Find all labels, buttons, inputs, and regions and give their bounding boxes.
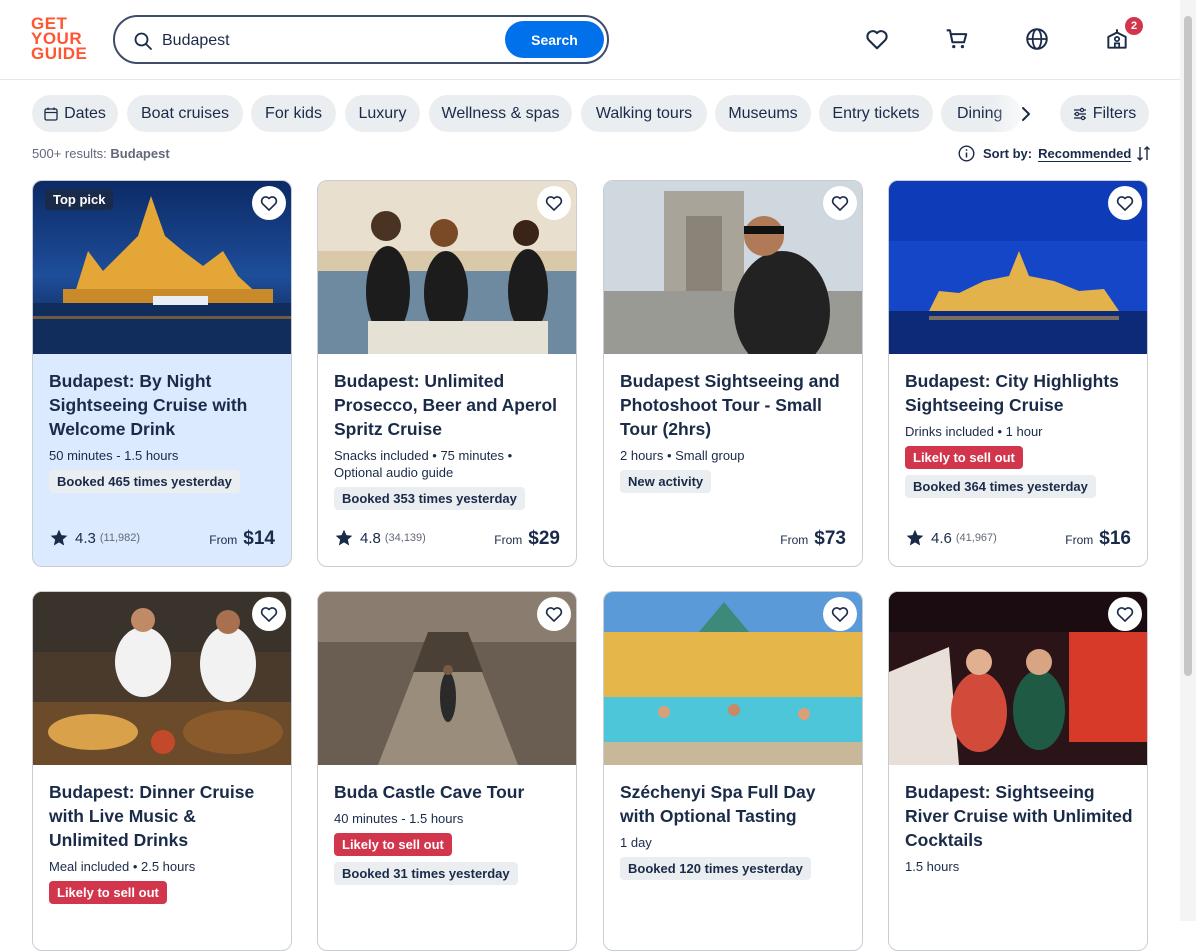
chip-wellness-spas[interactable]: Wellness & spas: [429, 95, 572, 132]
activity-card[interactable]: Budapest: Unlimited Prosecco, Beer and A…: [317, 180, 577, 567]
likely-to-sell-out-badge: Likely to sell out: [905, 446, 1023, 469]
chevron-right-icon[interactable]: [1016, 104, 1036, 124]
likely-to-sell-out-badge: Likely to sell out: [49, 881, 167, 904]
new-activity-badge: New activity: [620, 470, 712, 493]
activity-card[interactable]: Top pick Budapest: By Night Sightseeing …: [32, 180, 292, 567]
activity-meta: Snacks included • 75 minutes • Optional …: [334, 448, 513, 480]
scrollbar-thumb[interactable]: [1184, 16, 1192, 676]
activity-title[interactable]: Budapest: City Highlights Sightseeing Cr…: [905, 369, 1133, 417]
getyourguide-logo[interactable]: GET YOUR GUIDE: [31, 15, 91, 62]
activity-meta: Drinks included • 1 hour: [905, 424, 1043, 439]
chip-for-kids[interactable]: For kids: [251, 95, 336, 132]
heart-icon: [545, 196, 563, 211]
cart-count-badge: 2: [1125, 17, 1143, 35]
wishlist-button[interactable]: [537, 597, 571, 631]
search-icon: [134, 32, 152, 50]
heart-icon: [260, 196, 278, 211]
activity-card[interactable]: Budapest: City Highlights Sightseeing Cr…: [888, 180, 1148, 567]
likely-to-sell-out-badge: Likely to sell out: [334, 833, 452, 856]
price: From $29: [494, 528, 560, 549]
activity-card[interactable]: Budapest Sightseeing and Photoshoot Tour…: [603, 180, 863, 567]
rating: 4.8 (34,139): [334, 528, 426, 548]
activity-title[interactable]: Budapest: Dinner Cruise with Live Music …: [49, 780, 277, 852]
price: From $16: [1065, 528, 1131, 549]
heart-icon: [260, 607, 278, 622]
sort-arrows-icon[interactable]: [1135, 145, 1152, 162]
heart-icon: [831, 607, 849, 622]
booked-badge: Booked 364 times yesterday: [905, 475, 1096, 498]
top-pick-badge: Top pick: [45, 189, 114, 210]
search-input[interactable]: [160, 27, 494, 55]
price: From $14: [209, 528, 275, 549]
star-icon: [335, 529, 353, 546]
activity-card[interactable]: Budapest: Sightseeing River Cruise with …: [888, 591, 1148, 951]
search-button[interactable]: Search: [505, 21, 604, 58]
heart-icon: [831, 196, 849, 211]
rating: 4.6 (41,967): [905, 528, 997, 548]
wishlist-button[interactable]: [823, 186, 857, 220]
activity-meta: 2 hours • Small group: [620, 448, 745, 463]
heart-icon: [545, 607, 563, 622]
booked-badge: Booked 353 times yesterday: [334, 487, 525, 510]
cart-icon[interactable]: [944, 26, 970, 52]
activity-meta: 40 minutes - 1.5 hours: [334, 811, 464, 826]
heart-icon: [1116, 607, 1134, 622]
activity-title[interactable]: Budapest Sightseeing and Photoshoot Tour…: [620, 369, 848, 441]
chip-boat-cruises[interactable]: Boat cruises: [127, 95, 243, 132]
top-header: GET YOUR GUIDE Search 2: [0, 0, 1180, 80]
activity-meta: 1 day: [620, 835, 652, 850]
page-scrollbar[interactable]: [1180, 0, 1196, 921]
wishlist-button[interactable]: [823, 597, 857, 631]
price: From $73: [780, 528, 846, 549]
wishlist-button[interactable]: [252, 597, 286, 631]
wishlist-button[interactable]: [1108, 186, 1142, 220]
booked-badge: Booked 31 times yesterday: [334, 862, 518, 885]
activity-card[interactable]: Széchenyi Spa Full Day with Optional Tas…: [603, 591, 863, 951]
chip-museums[interactable]: Museums: [715, 95, 811, 132]
activity-title[interactable]: Széchenyi Spa Full Day with Optional Tas…: [620, 780, 848, 828]
activity-title[interactable]: Budapest: By Night Sightseeing Cruise wi…: [49, 369, 277, 441]
wishlist-button[interactable]: [1108, 597, 1142, 631]
rating: 4.3 (11,982): [49, 528, 140, 548]
chip-dates[interactable]: Dates: [32, 95, 118, 132]
activity-meta: 50 minutes - 1.5 hours: [49, 448, 179, 463]
filter-chip-bar: Dates Boat cruises For kids Luxury Welln…: [0, 95, 1180, 133]
activity-title[interactable]: Budapest: Sightseeing River Cruise with …: [905, 780, 1133, 852]
activity-card[interactable]: Buda Castle Cave Tour 40 minutes - 1.5 h…: [317, 591, 577, 951]
sort-value[interactable]: Recommended: [1038, 146, 1131, 161]
star-icon: [906, 529, 924, 546]
globe-icon[interactable]: [1024, 26, 1050, 52]
wishlist-button[interactable]: [537, 186, 571, 220]
activity-meta: Meal included • 2.5 hours: [49, 859, 196, 874]
chip-walking-tours[interactable]: Walking tours: [581, 95, 707, 132]
sliders-icon: [1073, 107, 1086, 120]
search-bar: Search: [113, 15, 609, 64]
chip-luxury[interactable]: Luxury: [345, 95, 420, 132]
filters-button[interactable]: Filters: [1060, 95, 1149, 132]
chip-entry-tickets[interactable]: Entry tickets: [819, 95, 933, 132]
heart-icon: [1116, 196, 1134, 211]
info-icon[interactable]: [958, 145, 975, 162]
activity-title[interactable]: Buda Castle Cave Tour: [334, 780, 562, 804]
sort-control[interactable]: Sort by: Recommended: [958, 145, 1152, 162]
activity-meta: 1.5 hours: [905, 859, 960, 874]
calendar-icon: [44, 107, 58, 121]
results-count: 500+ results: Budapest: [32, 146, 170, 161]
booked-badge: Booked 120 times yesterday: [620, 857, 811, 880]
wishlist-button[interactable]: [252, 186, 286, 220]
star-icon: [50, 529, 68, 546]
booked-badge: Booked 465 times yesterday: [49, 470, 240, 493]
heart-icon[interactable]: [864, 26, 890, 52]
sort-label: Sort by:: [983, 146, 1033, 161]
activity-title[interactable]: Budapest: Unlimited Prosecco, Beer and A…: [334, 369, 562, 441]
activity-card[interactable]: Budapest: Dinner Cruise with Live Music …: [32, 591, 292, 951]
